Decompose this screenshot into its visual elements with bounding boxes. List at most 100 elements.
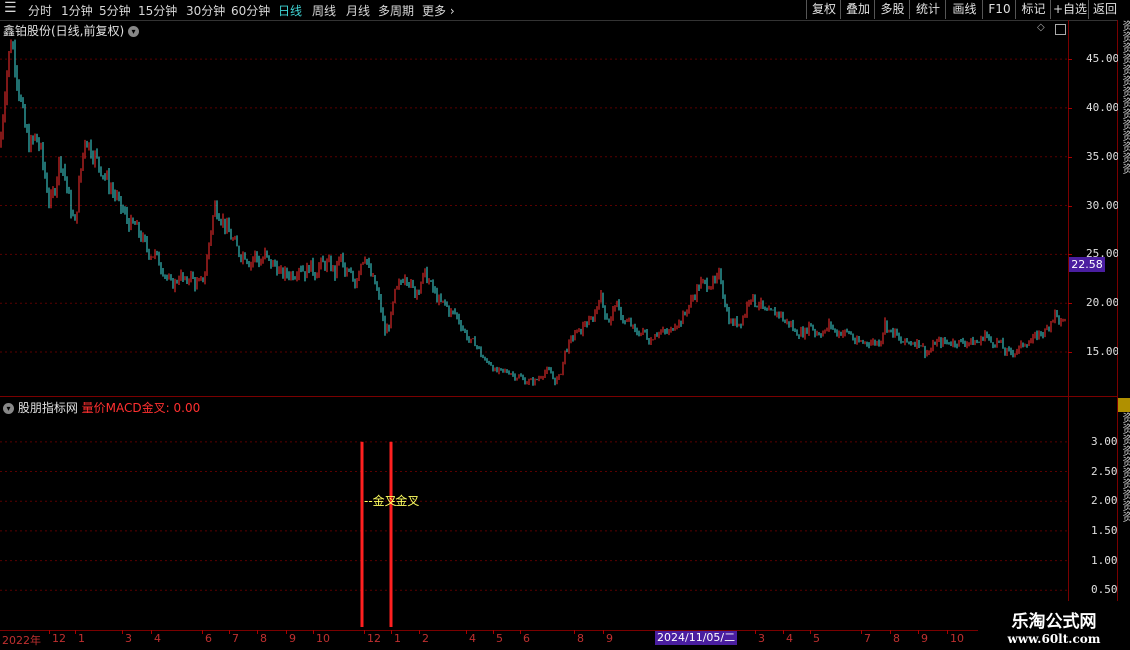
y-tick — [1068, 254, 1072, 256]
x-tick — [783, 630, 784, 634]
x-tick — [603, 630, 604, 634]
toolbar-button-7[interactable]: +自选 — [1050, 0, 1089, 19]
x-tick-label: 8 — [260, 632, 267, 645]
signal-bar — [389, 441, 393, 627]
x-tick-label: 7 — [232, 632, 239, 645]
period-tab-1[interactable]: 1分钟 — [61, 2, 93, 19]
x-tick — [419, 630, 420, 634]
watermark-title: 乐淘公式网 — [1011, 612, 1097, 632]
x-tick-label: 12 — [367, 632, 381, 645]
indicator-y-tick-label: 3.00 — [1091, 434, 1118, 448]
y-tick-label: 15.00 — [1086, 345, 1120, 359]
x-tick — [890, 630, 891, 634]
indicator-y-tick-label: 0.50 — [1091, 583, 1118, 597]
x-tick-label: 2 — [422, 632, 429, 645]
toolbar-button-0[interactable]: 复权 — [806, 0, 841, 19]
chevron-down-icon[interactable]: ▾ — [3, 403, 14, 414]
x-tick — [122, 630, 123, 634]
y-tick-label: 30.00 — [1086, 198, 1120, 212]
toolbar-button-2[interactable]: 多股 — [874, 0, 910, 19]
y-tick-label: 20.00 — [1086, 296, 1120, 310]
cursor-date: 2024/11/05/二 — [655, 631, 738, 645]
x-tick-label: 10 — [316, 632, 330, 645]
indicator-value: 0.00 — [173, 401, 201, 415]
x-tick-label: 6 — [205, 632, 212, 645]
x-tick — [861, 630, 862, 634]
period-tab-0[interactable]: 分时 — [28, 2, 52, 19]
period-tab-2[interactable]: 5分钟 — [99, 2, 131, 19]
y-tick-label: 35.00 — [1086, 149, 1120, 163]
x-tick-label: 4 — [786, 632, 793, 645]
x-tick — [574, 630, 575, 634]
y-tick — [1068, 303, 1072, 305]
x-tick-label: 3 — [758, 632, 765, 645]
period-tab-5[interactable]: 60分钟 — [231, 2, 270, 19]
menu-icon[interactable]: ☰ — [4, 0, 17, 16]
x-tick — [313, 630, 314, 634]
x-tick-label: 8 — [577, 632, 584, 645]
y-tick — [1068, 205, 1072, 207]
indicator-y-tick-label: 1.00 — [1091, 553, 1118, 567]
signal-bar — [360, 441, 364, 627]
x-tick-label: 12 — [52, 632, 66, 645]
x-tick — [257, 630, 258, 634]
y-tick-label: 45.00 — [1086, 52, 1120, 66]
x-tick-label: 8 — [893, 632, 900, 645]
x-tick-label: 9 — [606, 632, 613, 645]
y-tick — [1068, 107, 1072, 109]
indicator-source: 股朋指标网 — [17, 401, 78, 415]
x-tick-label: 6 — [523, 632, 530, 645]
cross-label: -金叉 — [391, 493, 419, 508]
toolbar-button-5[interactable]: F10 — [982, 0, 1016, 19]
x-tick — [229, 630, 230, 634]
x-tick-label: 10 — [950, 632, 964, 645]
toolbar-button-4[interactable]: 画线 — [945, 0, 983, 19]
site-watermark: 乐淘公式网 www.60lt.com — [978, 601, 1130, 650]
period-tab-8[interactable]: 月线 — [346, 2, 370, 19]
y-tick — [1068, 59, 1072, 61]
period-toolbar: 分时 1分钟 5分钟 15分钟 30分钟 60分钟 日线 周线 月线 多周期 更多 › ☰ 复权 叠加 多股… — [0, 0, 1130, 21]
last-price-tag: 22.58 — [1069, 257, 1105, 272]
indicator-y-tick-label: 2.00 — [1091, 494, 1118, 508]
x-tick-label: 5 — [813, 632, 820, 645]
toolbar-button-1[interactable]: 叠加 — [840, 0, 875, 19]
period-tab-9[interactable]: 多周期 — [378, 2, 414, 19]
right-info-strip: 资资资资资资资资资资资资资资 — [1118, 20, 1130, 396]
x-tick — [466, 630, 467, 634]
indicator-y-tick-label: 1.50 — [1091, 523, 1118, 537]
x-tick — [49, 630, 50, 634]
x-tick-label: 1 — [78, 632, 85, 645]
x-tick — [947, 630, 948, 634]
watermark-url: www.60lt.com — [1007, 632, 1101, 646]
main-right-border — [1068, 20, 1069, 630]
period-tab-10[interactable]: 更多 › — [422, 2, 455, 19]
x-tick-label: 4 — [469, 632, 476, 645]
toolbar-button-3[interactable]: 统计 — [909, 0, 946, 19]
x-tick-label: 3 — [125, 632, 132, 645]
x-tick-label: 9 — [289, 632, 296, 645]
y-tick — [1068, 156, 1072, 158]
indicator-name: 量价MACD金叉: — [81, 401, 170, 415]
x-tick-label: 1 — [394, 632, 401, 645]
x-tick — [364, 630, 365, 634]
candles — [0, 39, 1066, 386]
period-tab-4[interactable]: 30分钟 — [186, 2, 225, 19]
x-tick — [520, 630, 521, 634]
period-tab-3[interactable]: 15分钟 — [138, 2, 177, 19]
x-tick — [391, 630, 392, 634]
x-tick — [286, 630, 287, 634]
x-tick-label: 4 — [154, 632, 161, 645]
period-tab-7[interactable]: 周线 — [312, 2, 336, 19]
y-tick — [1068, 352, 1072, 354]
x-tick — [202, 630, 203, 634]
price-chart[interactable]: --金叉-金叉 — [0, 20, 1068, 630]
x-tick-label: 5 — [496, 632, 503, 645]
toolbar-button-8[interactable]: 返回 — [1088, 0, 1121, 19]
period-tab-6[interactable]: 日线 — [278, 2, 302, 19]
toolbar-button-6[interactable]: 标记 — [1015, 0, 1051, 19]
x-tick-label: 7 — [864, 632, 871, 645]
y-tick-label: 40.00 — [1086, 100, 1120, 114]
x-tick — [151, 630, 152, 634]
xaxis-border — [0, 630, 1118, 631]
x-tick — [755, 630, 756, 634]
